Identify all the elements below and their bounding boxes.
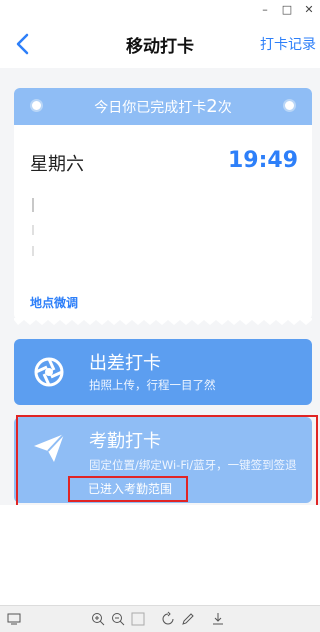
trip-title: 出差打卡 [89,353,161,374]
timeline-segment [32,246,34,256]
minimize-button[interactable]: – [258,3,272,17]
banner-suffix: 次 [217,100,232,116]
download-icon[interactable] [210,611,226,627]
nav-bar: 移动打卡 打卡记录 [0,20,320,68]
current-time: 19:49 [227,148,298,173]
camera-shutter-icon [34,357,64,387]
monitor-icon[interactable] [6,611,22,627]
close-button[interactable]: ✕ [302,3,316,17]
banner-prefix: 今日你已完成打卡 [94,100,207,116]
weekday-label: 星期六 [30,154,84,175]
timeline-segment [32,225,34,235]
rotate-icon[interactable] [160,611,176,627]
banner-text: 今日你已完成打卡2次 [14,96,312,117]
blank-area [0,505,320,605]
trip-subtitle: 拍照上传，行程一目了然 [89,378,216,392]
fit-icon[interactable] [130,611,146,627]
window-titlebar: – □ ✕ [0,0,320,20]
ticket-hole-right [283,99,296,112]
edit-icon[interactable] [180,611,196,627]
timeline-dots [32,198,34,212]
clock-card: 今日你已完成打卡2次 星期六 19:49 地点微调 [14,88,312,320]
trip-clockin-button[interactable]: 出差打卡 拍照上传，行程一目了然 [14,339,312,405]
card-zigzag-edge [14,318,312,325]
location-adjust-link[interactable]: 地点微调 [30,294,78,311]
maximize-button[interactable]: □ [280,3,294,17]
banner-count: 2 [206,96,218,117]
card-banner: 今日你已完成打卡2次 [14,88,312,125]
viewer-toolbar [0,605,320,632]
zoom-out-icon[interactable] [110,611,126,627]
records-link[interactable]: 打卡记录 [260,34,316,54]
in-range-status: 已进入考勤范围 [68,476,188,502]
zoom-in-icon[interactable] [90,611,106,627]
